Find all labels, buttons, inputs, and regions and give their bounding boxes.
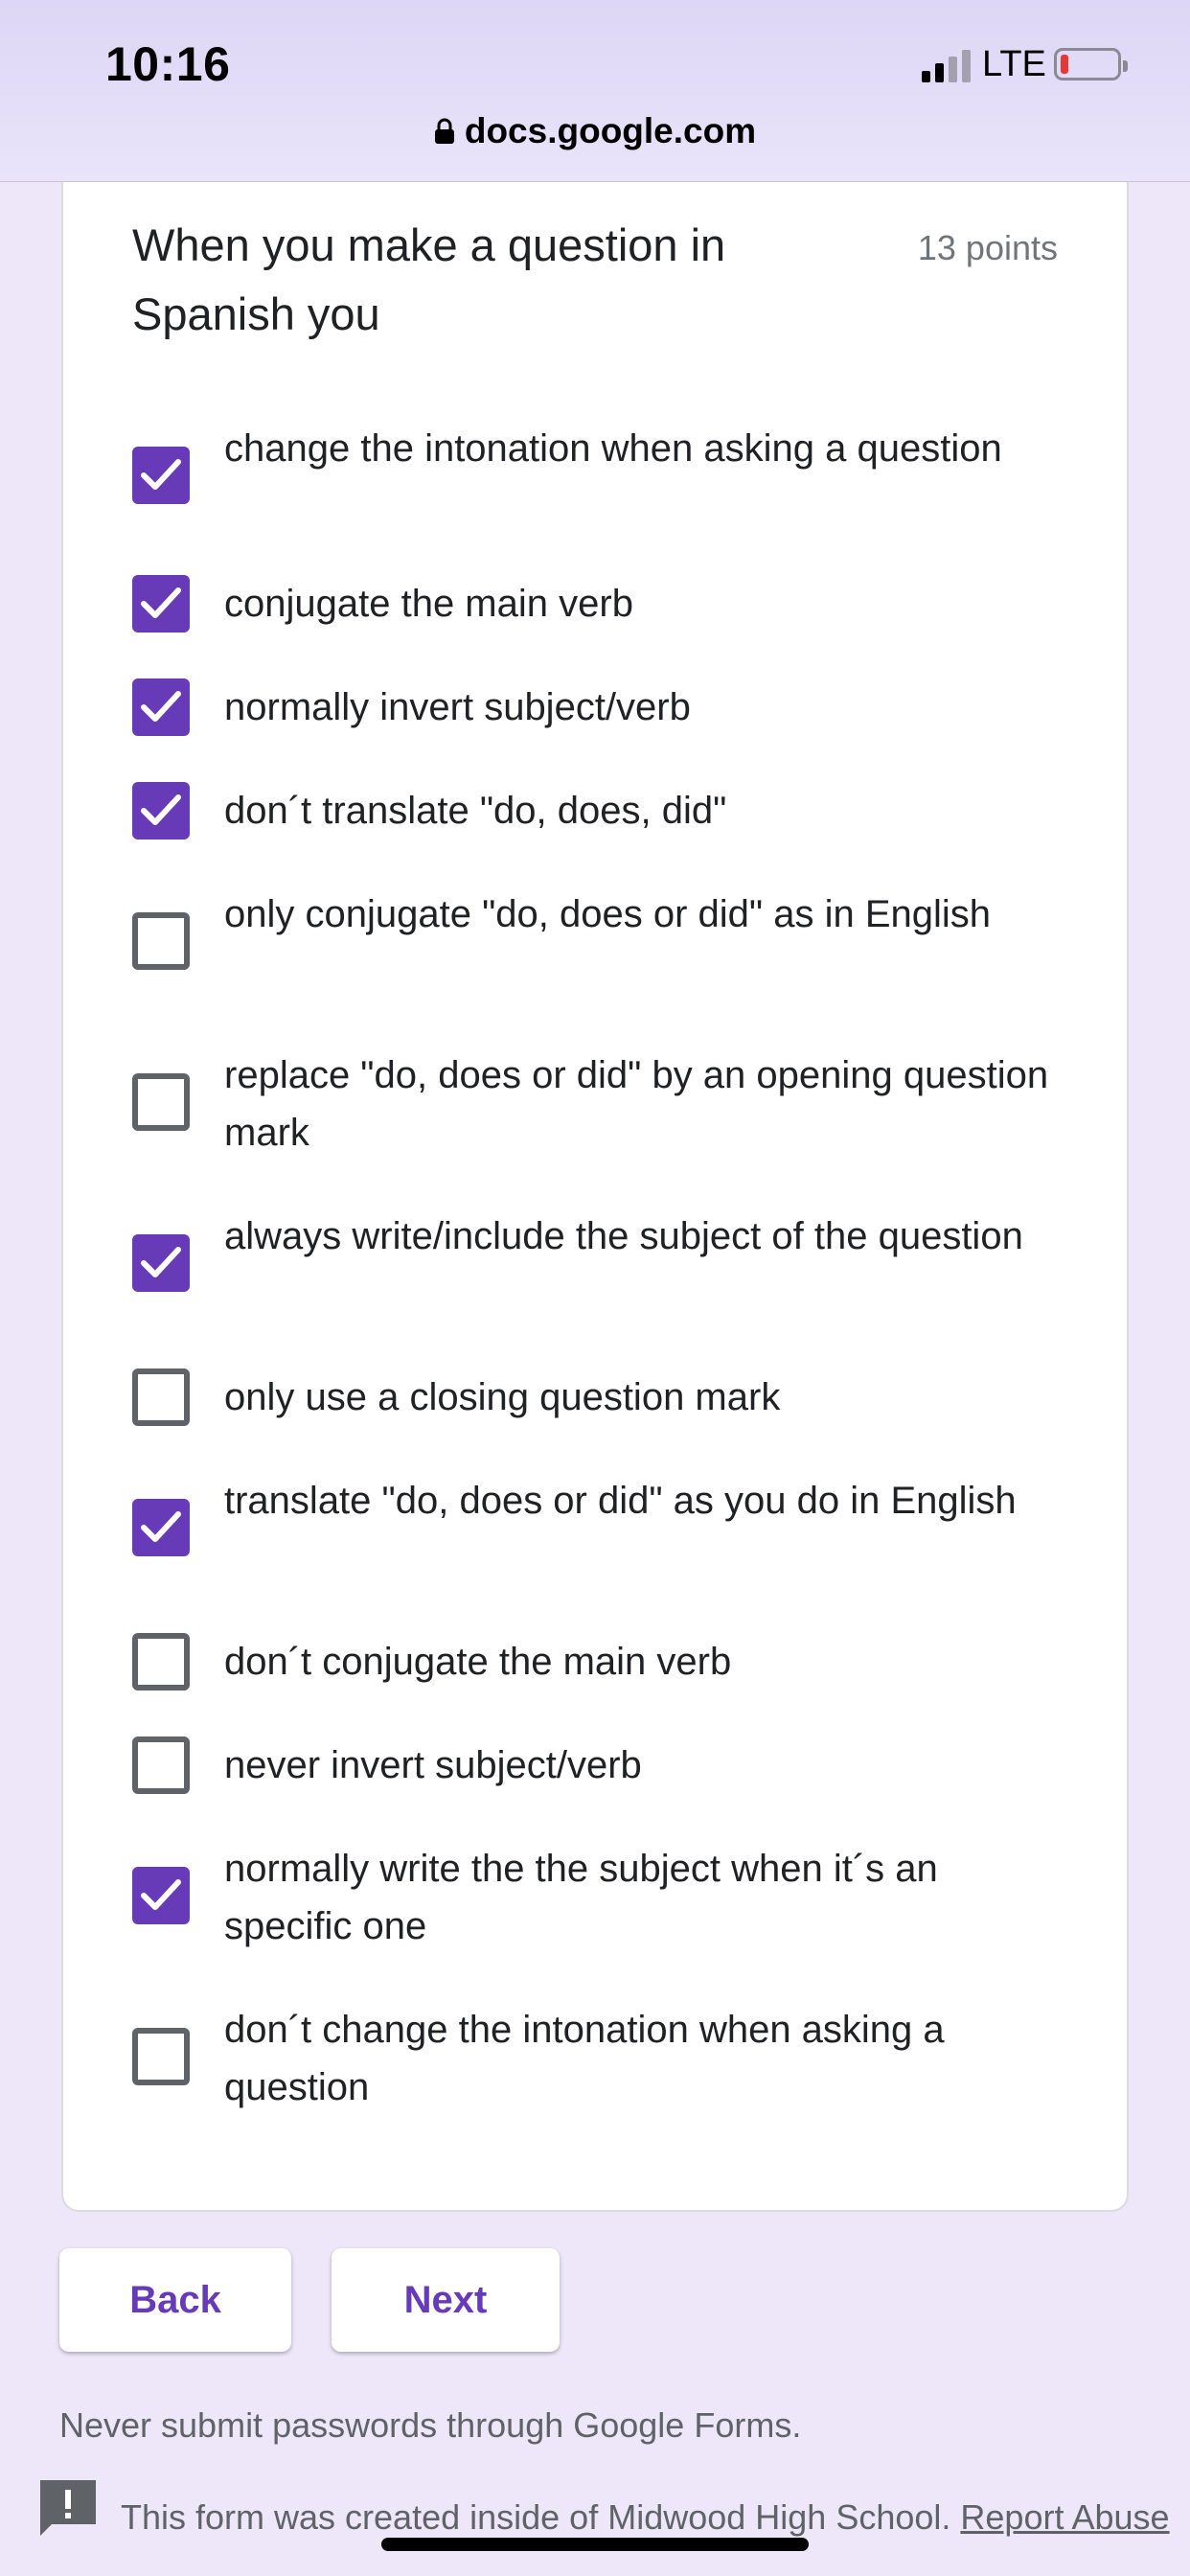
option-row[interactable]: don´t conjugate the main verb [132,1633,1090,1690]
option-row[interactable]: change the intonation when asking a ques… [132,420,1090,535]
report-icon [40,2480,96,2536]
option-label: don´t change the intonation when asking … [224,2009,945,2108]
option-row[interactable]: normally invert subject/verb [132,678,1090,736]
back-button[interactable]: Back [59,2248,291,2352]
option-row[interactable]: replace "do, does or did" by an opening … [132,1046,1090,1162]
question-points: 13 points [917,228,1058,267]
created-text: This form was created inside of Midwood … [121,2497,951,2537]
form-origin-notice: This form was created inside of Midwood … [121,2496,1175,2540]
option-label: don´t translate "do, does, did" [224,790,727,832]
report-abuse-link[interactable]: Report Abuse [960,2497,1169,2537]
option-label: normally write the the subject when it´s… [224,1848,938,1947]
address-bar[interactable]: docs.google.com [0,111,1190,151]
next-button[interactable]: Next [332,2248,560,2352]
lock-icon [434,118,454,144]
checkbox[interactable] [132,912,190,970]
checkbox[interactable] [132,2028,190,2085]
checkmark-icon [141,587,181,618]
checkbox[interactable] [132,1633,190,1690]
checkmark-icon [141,794,181,825]
option-row[interactable]: don´t change the intonation when asking … [132,2001,1090,2116]
checkbox[interactable] [132,1073,190,1131]
checkmark-icon [141,1879,181,1910]
checkbox[interactable] [132,1499,190,1556]
option-row[interactable]: never invert subject/verb [132,1736,1090,1794]
option-label: only conjugate "do, does or did" as in E… [224,893,992,935]
home-indicator[interactable] [381,2538,809,2551]
checkmark-icon [141,691,181,722]
checkbox[interactable] [132,575,190,632]
checkbox[interactable] [132,447,190,504]
option-label: don´t conjugate the main verb [224,1641,732,1683]
checkmark-icon [141,1247,181,1277]
checkbox[interactable] [132,782,190,840]
password-warning: Never submit passwords through Google Fo… [59,2405,802,2445]
option-label: normally invert subject/verb [224,686,691,728]
option-row[interactable]: normally write the the subject when it´s… [132,1840,1090,1955]
option-row[interactable]: translate "do, does or did" as you do in… [132,1472,1090,1587]
option-row[interactable]: only use a closing question mark [132,1368,1090,1426]
checkbox[interactable] [132,678,190,736]
option-label: only use a closing question mark [224,1376,781,1418]
network-type: LTE [982,44,1046,84]
question-card: When you make a question in Spanish you … [61,182,1129,2212]
option-label: never invert subject/verb [224,1744,642,1786]
checkbox[interactable] [132,1736,190,1794]
checkmark-icon [141,459,181,490]
option-label: change the intonation when asking a ques… [224,427,1002,470]
checkbox[interactable] [132,1368,190,1426]
cellular-signal-icon [922,50,972,82]
option-row[interactable]: always write/include the subject of the … [132,1208,1090,1322]
url-text: docs.google.com [464,111,757,150]
option-label: conjugate the main verb [224,583,633,625]
option-label: translate "do, does or did" as you do in… [224,1480,1017,1522]
option-row[interactable]: only conjugate "do, does or did" as in E… [132,886,1090,1000]
checkbox[interactable] [132,1867,190,1924]
checkbox[interactable] [132,1234,190,1292]
clock: 10:16 [105,37,231,91]
option-label: always write/include the subject of the … [224,1215,1023,1257]
question-title: When you make a question in Spanish you [132,219,726,339]
option-row[interactable]: don´t translate "do, does, did" [132,782,1090,840]
checkmark-icon [141,1511,181,1542]
option-label: replace "do, does or did" by an opening … [224,1054,1049,1154]
status-bar: 10:16 LTE docs.google.com [0,0,1190,182]
battery-icon [1054,48,1128,80]
option-row[interactable]: conjugate the main verb [132,575,1090,632]
